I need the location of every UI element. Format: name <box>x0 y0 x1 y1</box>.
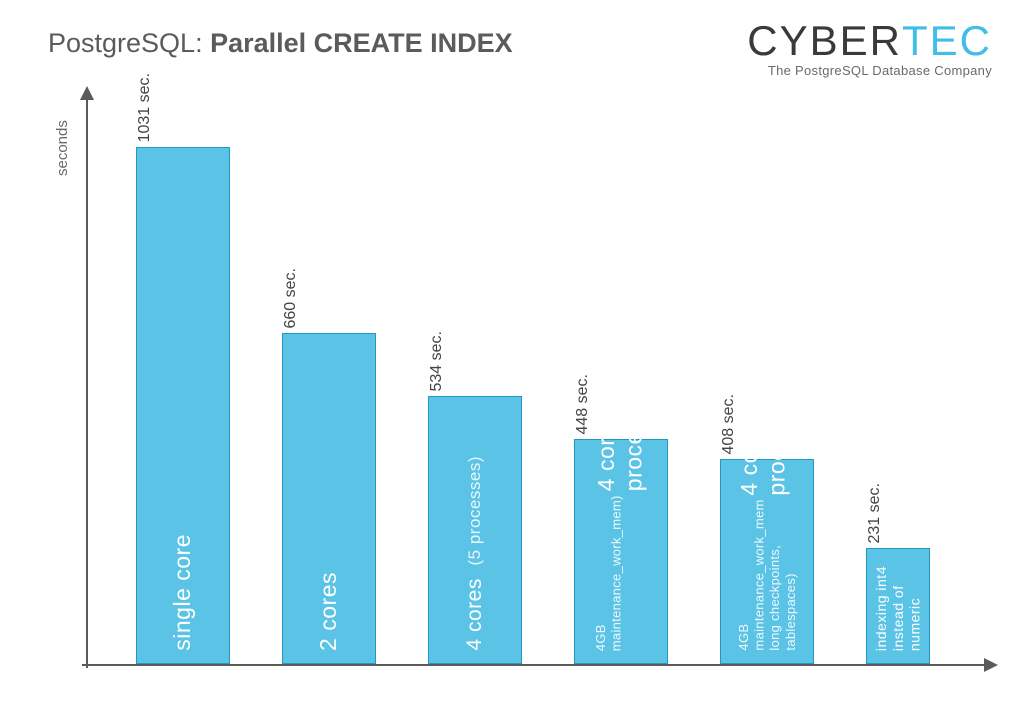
bar-5-caption: 4GB maintenance_work_memlong checkpoints… <box>721 460 813 663</box>
bar-3-value-label: 534 sec. <box>428 327 522 396</box>
bar-2-rect: 2 cores <box>282 333 376 664</box>
brand-logo: CYBERTEC The PostgreSQL Database Company <box>747 20 992 77</box>
bar-3: 534 sec. 4 cores (5 processes) <box>428 396 522 664</box>
bar-2: 660 sec. 2 cores <box>282 333 376 664</box>
bar-4-rect: 4GB maintenance_work_mem) 4 cores (5 pro… <box>574 439 668 664</box>
brand-part-dark: CYBER <box>747 17 902 64</box>
bar-4: 448 sec. 4GB maintenance_work_mem) 4 cor… <box>574 439 668 664</box>
bar-5-sub: 4GB maintenance_work_memlong checkpoints… <box>736 500 798 651</box>
brand-wordmark: CYBERTEC <box>747 20 992 62</box>
bar-1-value-label: 1031 sec. <box>136 69 230 147</box>
plot-area: 1031 sec. single core 660 sec. <box>86 92 966 664</box>
bar-3-caption: 4 cores (5 processes) <box>429 397 521 663</box>
bar-2-value-label: 660 sec. <box>282 264 376 333</box>
title-main: Parallel CREATE INDEX <box>210 28 513 58</box>
chart: seconds 1031 sec. single core 660 sec. <box>48 88 994 698</box>
page-title: PostgreSQL: Parallel CREATE INDEX <box>48 28 513 59</box>
bar-4-main: 4 cores (5 processes <box>593 382 648 491</box>
title-prefix: PostgreSQL: <box>48 28 203 58</box>
x-axis-arrow-icon <box>984 658 998 672</box>
bar-5-rect: 4GB maintenance_work_memlong checkpoints… <box>720 459 814 664</box>
bar-6-caption: indexing int4instead ofnumeric <box>867 549 929 663</box>
bar-1: 1031 sec. single core <box>136 147 230 664</box>
bar-6-main: indexing int4instead ofnumeric <box>873 566 923 651</box>
brand-tagline: The PostgreSQL Database Company <box>747 64 992 77</box>
bar-1-caption: single core <box>137 148 229 663</box>
bar-5: 408 sec. 4GB maintenance_work_memlong ch… <box>720 459 814 664</box>
bar-6: 231 sec. indexing int4instead ofnumeric <box>866 548 930 664</box>
bars: 1031 sec. single core 660 sec. <box>86 92 966 664</box>
page: PostgreSQL: Parallel CREATE INDEX CYBERT… <box>0 0 1024 724</box>
brand-part-light: TEC <box>902 17 992 64</box>
bar-4-sub: 4GB maintenance_work_mem) <box>593 495 624 651</box>
bar-3-rect: 4 cores (5 processes) <box>428 396 522 664</box>
bar-6-rect: indexing int4instead ofnumeric <box>866 548 930 664</box>
bar-2-caption: 2 cores <box>283 334 375 663</box>
bar-6-value-label: 231 sec. <box>866 479 930 548</box>
bar-5-main: 4 cores (5 processes <box>736 386 791 495</box>
x-axis-line <box>82 664 984 666</box>
y-axis-label: seconds <box>54 120 71 176</box>
bar-1-rect: single core <box>136 147 230 664</box>
bar-4-caption: 4GB maintenance_work_mem) 4 cores (5 pro… <box>575 440 667 663</box>
